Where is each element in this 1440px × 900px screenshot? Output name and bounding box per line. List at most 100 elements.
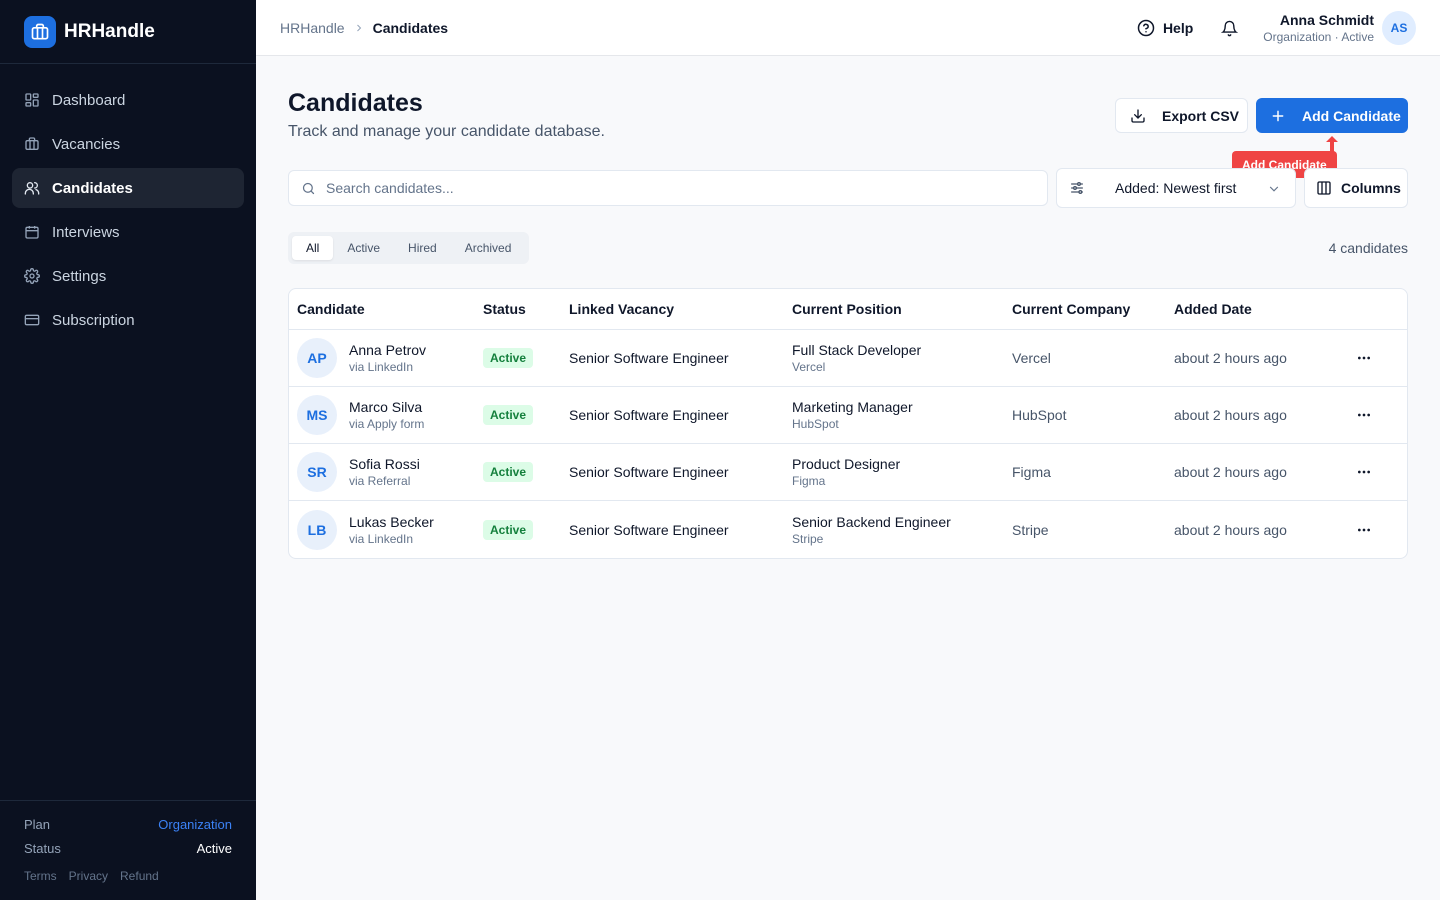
position-company: Figma: [792, 474, 826, 488]
sidebar-item-candidates[interactable]: Candidates: [12, 168, 244, 208]
current-company: Vercel: [1012, 350, 1051, 366]
column-header-vacancy[interactable]: Linked Vacancy: [569, 301, 792, 317]
search-icon: [301, 181, 316, 196]
candidate-avatar: SR: [297, 452, 337, 492]
sidebar-item-vacancies[interactable]: Vacancies: [12, 124, 244, 164]
export-csv-label: Export CSV: [1162, 107, 1240, 124]
sort-label: Added: Newest first: [1115, 180, 1237, 196]
status-badge: Active: [483, 348, 534, 368]
column-header-candidate[interactable]: Candidate: [289, 301, 483, 317]
columns-icon: [1316, 180, 1332, 196]
sidebar-item-label: Settings: [52, 267, 107, 285]
sidebar-item-label: Subscription: [52, 311, 135, 329]
search-input[interactable]: [326, 180, 1026, 196]
candidate-name[interactable]: Anna Petrov: [349, 342, 426, 358]
bell-icon[interactable]: [1219, 18, 1239, 38]
candidate-avatar: MS: [297, 395, 337, 435]
privacy-link[interactable]: Privacy: [69, 869, 108, 883]
candidates-table: Candidate Status Linked Vacancy Current …: [288, 288, 1408, 559]
briefcase-logo-icon: [24, 15, 56, 48]
table-row[interactable]: AP Anna Petrov via LinkedIn Active Senio…: [289, 330, 1407, 387]
sidebar-item-dashboard[interactable]: Dashboard: [12, 80, 244, 120]
candidate-name[interactable]: Sofia Rossi: [349, 456, 420, 472]
linked-vacancy: Senior Software Engineer: [569, 350, 729, 366]
breadcrumb-current: Candidates: [372, 19, 449, 36]
export-csv-button[interactable]: Export CSV: [1115, 98, 1248, 133]
arrow-up-icon: [1326, 136, 1338, 152]
sort-select[interactable]: Added: Newest first: [1056, 168, 1296, 208]
added-date: about 2 hours ago: [1174, 464, 1287, 480]
linked-vacancy: Senior Software Engineer: [569, 464, 729, 480]
sidebar-item-label: Candidates: [52, 179, 133, 197]
plan-label: Plan: [24, 817, 51, 832]
user-avatar[interactable]: AS: [1382, 11, 1416, 45]
more-horizontal-icon[interactable]: [1352, 518, 1376, 542]
tab-archived[interactable]: Archived: [451, 236, 526, 260]
columns-button[interactable]: Columns: [1304, 168, 1408, 208]
sidebar-item-interviews[interactable]: Interviews: [12, 212, 244, 252]
current-company: Stripe: [1012, 521, 1049, 538]
tab-hired[interactable]: Hired: [394, 236, 451, 260]
column-header-status[interactable]: Status: [483, 301, 569, 317]
user-name: Anna Schmidt: [1279, 12, 1374, 28]
table-header: Candidate Status Linked Vacancy Current …: [289, 289, 1407, 330]
candidate-source: via LinkedIn: [349, 360, 414, 374]
candidate-source: via LinkedIn: [349, 531, 414, 546]
header-actions: Help Anna Schmidt Organization · Active …: [1137, 0, 1416, 56]
candidate-avatar: AP: [297, 338, 337, 378]
column-header-added[interactable]: Added Date: [1174, 301, 1334, 317]
candidate-source: via Referral: [349, 474, 411, 488]
dashboard-icon: [24, 92, 40, 108]
candidate-name[interactable]: Lukas Becker: [349, 514, 434, 530]
chevron-down-icon: [1267, 182, 1281, 196]
brand[interactable]: HRHandle: [0, 0, 256, 64]
tab-active[interactable]: Active: [333, 236, 394, 260]
added-date: about 2 hours ago: [1174, 407, 1287, 423]
current-company: Figma: [1012, 464, 1051, 480]
position-company: Stripe: [792, 531, 824, 546]
column-header-position[interactable]: Current Position: [792, 301, 1012, 317]
breadcrumb-root[interactable]: HRHandle: [280, 20, 345, 36]
candidate-cell: LB Lukas Becker via LinkedIn: [289, 509, 483, 550]
more-horizontal-icon[interactable]: [1352, 403, 1376, 427]
sidebar: HRHandle Dashboard Vacancies Candidates …: [0, 0, 256, 900]
chevron-right-icon: [353, 22, 365, 34]
current-company: HubSpot: [1012, 407, 1067, 423]
page-subtitle: Track and manage your candidate database…: [288, 123, 605, 140]
candidate-name[interactable]: Marco Silva: [349, 399, 424, 415]
status-label: Status: [24, 841, 61, 856]
terms-link[interactable]: Terms: [24, 869, 57, 883]
tab-all[interactable]: All: [292, 236, 334, 260]
more-horizontal-icon[interactable]: [1352, 460, 1376, 484]
candidate-count: 4 candidates: [1328, 240, 1408, 256]
candidate-cell: MS Marco Silva via Apply form: [289, 395, 483, 435]
help-label: Help: [1162, 20, 1194, 36]
more-horizontal-icon[interactable]: [1352, 346, 1376, 370]
help-button[interactable]: Help: [1137, 19, 1193, 37]
add-candidate-label: Add Candidate: [1302, 107, 1401, 124]
user-org-status: Organization · Active: [1263, 30, 1374, 44]
current-position: Senior Backend Engineer: [792, 513, 951, 530]
current-position: Marketing Manager: [792, 399, 913, 415]
sidebar-item-label: Interviews: [52, 223, 120, 241]
user-info[interactable]: Anna Schmidt Organization · Active: [1263, 12, 1374, 44]
table-row[interactable]: SR Sofia Rossi via Referral Active Senio…: [289, 444, 1407, 501]
sidebar-item-settings[interactable]: Settings: [12, 256, 244, 296]
plan-row: Plan Organization: [24, 817, 232, 832]
position-company: HubSpot: [792, 417, 839, 431]
sidebar-item-label: Vacancies: [52, 135, 121, 153]
refund-link[interactable]: Refund: [120, 869, 159, 883]
column-header-company[interactable]: Current Company: [1012, 301, 1174, 317]
current-position: Full Stack Developer: [792, 342, 922, 358]
candidate-cell: AP Anna Petrov via LinkedIn: [289, 338, 483, 378]
current-position: Product Designer: [792, 456, 901, 472]
briefcase-icon: [24, 136, 40, 152]
add-candidate-button[interactable]: Add Candidate: [1256, 98, 1408, 133]
table-row[interactable]: MS Marco Silva via Apply form Active Sen…: [289, 387, 1407, 444]
table-row[interactable]: LB Lukas Becker via LinkedIn Active Seni…: [289, 501, 1407, 558]
plus-icon: [1270, 108, 1286, 124]
added-date: about 2 hours ago: [1174, 350, 1287, 366]
sidebar-item-subscription[interactable]: Subscription: [12, 300, 244, 340]
position-company: Vercel: [792, 360, 826, 374]
status-badge: Active: [483, 405, 534, 425]
